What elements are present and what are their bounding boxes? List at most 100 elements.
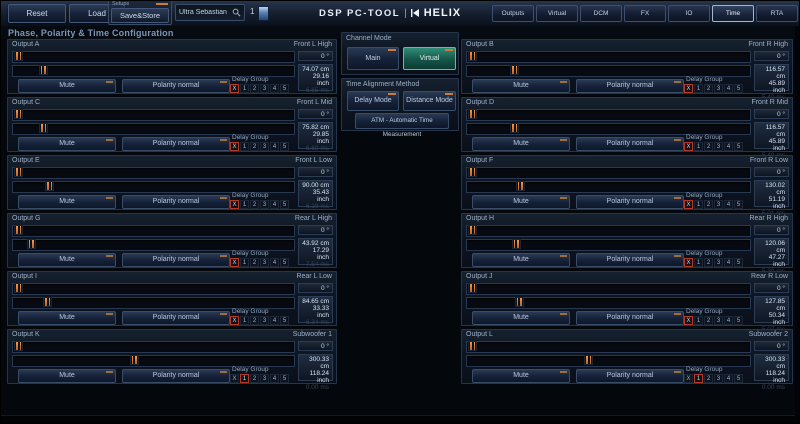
delay-group-4[interactable]: 4 bbox=[270, 258, 279, 267]
delay-group-5[interactable]: 5 bbox=[280, 258, 289, 267]
delay-group-1[interactable]: 1 bbox=[240, 84, 249, 93]
phase-slider-handle[interactable] bbox=[468, 283, 477, 293]
tab-time[interactable]: Time bbox=[712, 5, 754, 22]
delay-group-1[interactable]: 1 bbox=[694, 200, 703, 209]
delay-group-1[interactable]: 1 bbox=[240, 316, 249, 325]
phase-slider[interactable] bbox=[466, 109, 751, 121]
search-icon[interactable] bbox=[232, 8, 241, 17]
delay-group-2[interactable]: 2 bbox=[704, 316, 713, 325]
polarity-button[interactable]: Polarity normal bbox=[122, 137, 230, 151]
delay-group-2[interactable]: 2 bbox=[250, 258, 259, 267]
phase-slider-handle[interactable] bbox=[468, 341, 477, 351]
phase-slider-handle[interactable] bbox=[468, 225, 477, 235]
distance-slider-handle[interactable] bbox=[39, 123, 49, 133]
delay-group-2[interactable]: 2 bbox=[704, 374, 713, 383]
delay-group-4[interactable]: 4 bbox=[724, 142, 733, 151]
distance-slider-handle[interactable] bbox=[129, 355, 139, 365]
phase-slider[interactable] bbox=[466, 167, 751, 179]
delay-group-4[interactable]: 4 bbox=[724, 374, 733, 383]
delay-group-5[interactable]: 5 bbox=[734, 84, 743, 93]
delay-group-5[interactable]: 5 bbox=[280, 316, 289, 325]
delay-group-1[interactable]: 1 bbox=[240, 258, 249, 267]
delay-group-4[interactable]: 4 bbox=[270, 84, 279, 93]
delay-group-3[interactable]: 3 bbox=[260, 84, 269, 93]
polarity-button[interactable]: Polarity normal bbox=[122, 79, 230, 93]
delay-group-1[interactable]: 1 bbox=[240, 374, 249, 383]
delay-group-1[interactable]: 1 bbox=[694, 142, 703, 151]
delay-group-3[interactable]: 3 bbox=[714, 316, 723, 325]
delay-group-4[interactable]: 4 bbox=[724, 84, 733, 93]
polarity-button[interactable]: Polarity normal bbox=[122, 369, 230, 383]
mute-button[interactable]: Mute bbox=[472, 79, 570, 93]
delay-group-3[interactable]: 3 bbox=[714, 200, 723, 209]
mute-button[interactable]: Mute bbox=[18, 369, 116, 383]
channel-mode-main-button[interactable]: Main bbox=[347, 47, 399, 70]
delay-group-5[interactable]: 5 bbox=[734, 316, 743, 325]
delay-group-3[interactable]: 3 bbox=[260, 374, 269, 383]
polarity-button[interactable]: Polarity normal bbox=[576, 369, 684, 383]
delay-group-4[interactable]: 4 bbox=[270, 316, 279, 325]
delay-group-3[interactable]: 3 bbox=[260, 142, 269, 151]
mute-button[interactable]: Mute bbox=[18, 195, 116, 209]
save-store-button[interactable]: Save&Store bbox=[111, 8, 169, 23]
polarity-button[interactable]: Polarity normal bbox=[576, 311, 684, 325]
phase-slider[interactable] bbox=[12, 225, 295, 237]
tab-dcm[interactable]: DCM bbox=[580, 5, 622, 22]
delay-group-3[interactable]: 3 bbox=[260, 258, 269, 267]
polarity-button[interactable]: Polarity normal bbox=[576, 195, 684, 209]
delay-group-5[interactable]: 5 bbox=[280, 142, 289, 151]
delay-group-5[interactable]: 5 bbox=[734, 142, 743, 151]
polarity-button[interactable]: Polarity normal bbox=[122, 311, 230, 325]
mute-button[interactable]: Mute bbox=[18, 311, 116, 325]
phase-slider-handle[interactable] bbox=[468, 167, 477, 177]
phase-slider-handle[interactable] bbox=[14, 51, 23, 61]
phase-slider-handle[interactable] bbox=[14, 283, 23, 293]
distance-slider-handle[interactable] bbox=[514, 297, 524, 307]
phase-slider-handle[interactable] bbox=[14, 167, 23, 177]
delay-group-x[interactable]: X bbox=[230, 200, 239, 209]
phase-slider-handle[interactable] bbox=[14, 225, 23, 235]
delay-group-1[interactable]: 1 bbox=[694, 258, 703, 267]
distance-slider-handle[interactable] bbox=[510, 123, 520, 133]
polarity-button[interactable]: Polarity normal bbox=[576, 79, 684, 93]
delay-group-2[interactable]: 2 bbox=[704, 200, 713, 209]
delay-group-3[interactable]: 3 bbox=[714, 258, 723, 267]
phase-slider[interactable] bbox=[466, 283, 751, 295]
tab-outputs[interactable]: Outputs bbox=[492, 5, 534, 22]
delay-group-3[interactable]: 3 bbox=[714, 374, 723, 383]
delay-group-x[interactable]: X bbox=[684, 316, 693, 325]
tab-io[interactable]: IO bbox=[668, 5, 710, 22]
distance-slider-handle[interactable] bbox=[38, 65, 48, 75]
distance-slider-handle[interactable] bbox=[511, 239, 521, 249]
delay-group-5[interactable]: 5 bbox=[734, 200, 743, 209]
polarity-button[interactable]: Polarity normal bbox=[122, 253, 230, 267]
mute-button[interactable]: Mute bbox=[472, 137, 570, 151]
delay-group-x[interactable]: X bbox=[230, 84, 239, 93]
mute-button[interactable]: Mute bbox=[472, 311, 570, 325]
phase-slider-handle[interactable] bbox=[468, 51, 477, 61]
mute-button[interactable]: Mute bbox=[18, 79, 116, 93]
delay-group-4[interactable]: 4 bbox=[724, 258, 733, 267]
distance-slider-handle[interactable] bbox=[510, 65, 520, 75]
profile-name-input[interactable]: Ultra Sebastian bbox=[175, 4, 245, 21]
delay-group-2[interactable]: 2 bbox=[250, 316, 259, 325]
tab-rta[interactable]: RTA bbox=[756, 5, 798, 22]
phase-slider[interactable] bbox=[12, 283, 295, 295]
tab-virtual[interactable]: Virtual bbox=[536, 5, 578, 22]
delay-group-5[interactable]: 5 bbox=[280, 200, 289, 209]
polarity-button[interactable]: Polarity normal bbox=[576, 253, 684, 267]
phase-slider[interactable] bbox=[12, 51, 295, 63]
channel-mode-virtual-button[interactable]: Virtual bbox=[403, 47, 456, 70]
delay-group-x[interactable]: X bbox=[230, 142, 239, 151]
delay-group-2[interactable]: 2 bbox=[250, 84, 259, 93]
delay-group-5[interactable]: 5 bbox=[280, 374, 289, 383]
phase-slider[interactable] bbox=[12, 167, 295, 179]
distance-slider-handle[interactable] bbox=[43, 297, 52, 307]
delay-group-5[interactable]: 5 bbox=[734, 258, 743, 267]
delay-group-2[interactable]: 2 bbox=[250, 200, 259, 209]
polarity-button[interactable]: Polarity normal bbox=[576, 137, 684, 151]
distance-slider-handle[interactable] bbox=[584, 355, 594, 365]
phase-slider-handle[interactable] bbox=[14, 341, 23, 351]
distance-slider-handle[interactable] bbox=[26, 239, 36, 249]
delay-mode-button[interactable]: Delay Mode bbox=[347, 91, 399, 111]
